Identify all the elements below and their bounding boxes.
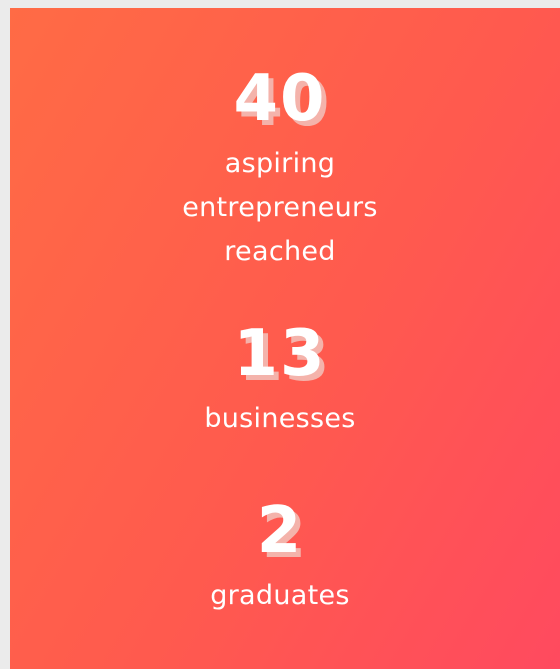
- stat-number: 13: [233, 317, 327, 391]
- stat-label: businesses: [10, 391, 550, 441]
- stat-label-line: graduates: [210, 580, 350, 611]
- page: 40 aspiring entrepreneurs reached 13 bus…: [0, 0, 560, 669]
- stat-label-line: reached: [224, 236, 336, 267]
- stat-businesses: 13 businesses: [10, 317, 550, 441]
- stat-graduates: 2 graduates: [10, 494, 550, 618]
- impact-stats-panel: 40 aspiring entrepreneurs reached 13 bus…: [10, 8, 560, 669]
- stat-label: aspiring entrepreneurs reached: [10, 136, 550, 274]
- stat-entrepreneurs-reached: 40 aspiring entrepreneurs reached: [10, 62, 550, 274]
- stat-label-line: entrepreneurs: [182, 192, 378, 223]
- stat-number: 2: [256, 494, 304, 568]
- stat-label-line: businesses: [204, 403, 356, 434]
- stat-number: 40: [233, 62, 327, 136]
- stat-label-line: aspiring: [224, 148, 336, 179]
- stat-label: graduates: [10, 568, 550, 618]
